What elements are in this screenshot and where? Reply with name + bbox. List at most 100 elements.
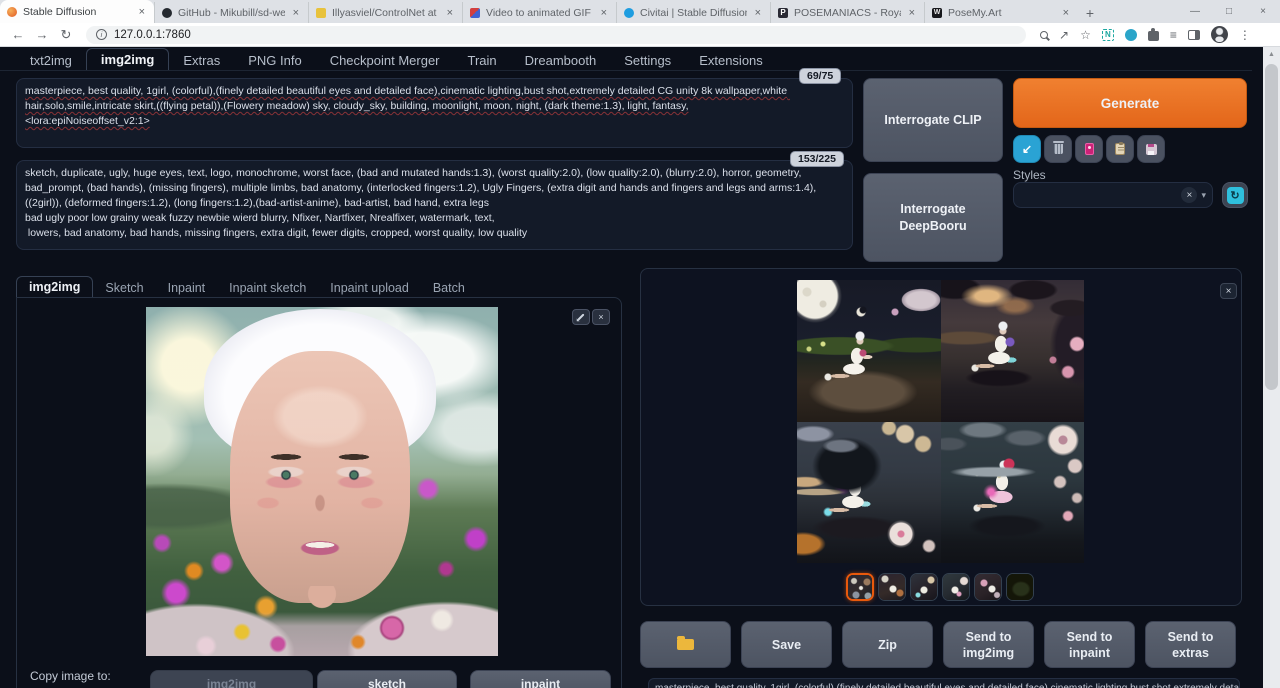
paste-params-button[interactable]: ↙ bbox=[1013, 135, 1041, 163]
page-scrollbar[interactable]: ▲ bbox=[1263, 47, 1280, 688]
clear-prompt-button[interactable] bbox=[1044, 135, 1072, 163]
page-info-icon[interactable]: i bbox=[96, 29, 107, 40]
tab-checkpoint-merger[interactable]: Checkpoint Merger bbox=[316, 50, 454, 71]
save-button[interactable]: Save bbox=[741, 621, 832, 668]
gallery-image-3[interactable] bbox=[797, 422, 941, 564]
negative-prompt-input[interactable]: sketch, duplicate, ugly, huge eyes, text… bbox=[16, 160, 853, 250]
tab-close-icon[interactable]: × bbox=[137, 6, 147, 18]
interrogate-clip-button[interactable]: Interrogate CLIP bbox=[863, 78, 1003, 162]
gallery-thumbnail-1[interactable] bbox=[846, 573, 874, 601]
input-image[interactable] bbox=[146, 307, 498, 656]
art-shape bbox=[1007, 574, 1033, 600]
tune-icon[interactable]: ≡ bbox=[1170, 28, 1177, 42]
send-to-inpaint-button[interactable]: Send to inpaint bbox=[1044, 621, 1135, 668]
divider bbox=[0, 70, 1252, 71]
webui-nav-tabs: txt2img img2img Extras PNG Info Checkpoi… bbox=[16, 47, 777, 71]
browser-tab-posemaniacs[interactable]: P POSEMANIACS - Royalty free 3 × bbox=[770, 2, 924, 23]
scrollbar-up-icon[interactable]: ▲ bbox=[1263, 47, 1280, 62]
open-folder-button[interactable] bbox=[640, 621, 731, 668]
tab-train[interactable]: Train bbox=[454, 50, 511, 71]
interrogate-deepbooru-button[interactable]: Interrogate DeepBooru bbox=[863, 173, 1003, 262]
tab-extras[interactable]: Extras bbox=[169, 50, 234, 71]
browser-tab-github[interactable]: GitHub - Mikubill/sd-webui-con × bbox=[154, 2, 308, 23]
share-icon[interactable]: ↗ bbox=[1059, 28, 1069, 42]
gallery-thumbnail-3[interactable] bbox=[910, 573, 938, 601]
tab-close-icon[interactable]: × bbox=[1061, 7, 1071, 19]
tab-close-icon[interactable]: × bbox=[907, 7, 917, 19]
tab-txt2img[interactable]: txt2img bbox=[16, 50, 86, 71]
chevron-down-icon: ▾ bbox=[1201, 190, 1206, 201]
forward-button[interactable]: → bbox=[30, 27, 54, 42]
gallery-thumbnail-2[interactable] bbox=[878, 573, 906, 601]
browser-tab-civitai[interactable]: Civitai | Stable Diffusion models × bbox=[616, 2, 770, 23]
gallery-image-2[interactable] bbox=[941, 280, 1085, 422]
sidebar-panel-icon[interactable] bbox=[1188, 30, 1200, 40]
save-style-button[interactable] bbox=[1137, 135, 1165, 163]
minimize-button[interactable]: — bbox=[1178, 6, 1212, 17]
zip-button[interactable]: Zip bbox=[842, 621, 933, 668]
subtab-inpaint-sketch[interactable]: Inpaint sketch bbox=[217, 278, 318, 298]
prompt-token-counter: 69/75 bbox=[799, 68, 841, 84]
extension-n-icon[interactable]: N bbox=[1102, 29, 1114, 41]
subtab-sketch[interactable]: Sketch bbox=[93, 278, 155, 298]
copy-to-sketch-button[interactable]: sketch bbox=[317, 670, 457, 688]
apply-styles-button[interactable] bbox=[1106, 135, 1134, 163]
styles-dropdown[interactable]: × ▾ bbox=[1013, 182, 1213, 208]
gallery-image-4[interactable] bbox=[941, 422, 1085, 564]
tab-dreambooth[interactable]: Dreambooth bbox=[511, 50, 611, 71]
profile-avatar[interactable] bbox=[1211, 26, 1228, 43]
tab-png-info[interactable]: PNG Info bbox=[234, 50, 315, 71]
edit-image-button[interactable] bbox=[572, 309, 590, 325]
window-close-button[interactable]: × bbox=[1246, 6, 1280, 17]
reload-button[interactable]: ↻ bbox=[54, 27, 78, 43]
remove-image-button[interactable]: × bbox=[592, 309, 610, 325]
bookmark-star-icon[interactable]: ☆ bbox=[1080, 28, 1091, 42]
generate-button[interactable]: Generate bbox=[1013, 78, 1247, 128]
tab-close-icon[interactable]: × bbox=[445, 7, 455, 19]
maximize-button[interactable]: □ bbox=[1212, 6, 1246, 17]
generation-info-text[interactable]: masterpiece, best quality, 1girl, (color… bbox=[648, 678, 1240, 688]
back-button[interactable]: ← bbox=[6, 27, 30, 42]
browser-menu-icon[interactable]: ⋮ bbox=[1239, 28, 1251, 42]
refresh-styles-button[interactable]: ↻ bbox=[1222, 182, 1248, 208]
gallery-image-1[interactable] bbox=[797, 280, 941, 422]
browser-tab-stable-diffusion[interactable]: Stable Diffusion × bbox=[0, 0, 154, 23]
send-to-extras-button[interactable]: Send to extras bbox=[1145, 621, 1236, 668]
send-to-img2img-button[interactable]: Send to img2img bbox=[943, 621, 1034, 668]
gallery-thumbnail-6[interactable] bbox=[1006, 573, 1034, 601]
scrollbar-thumb[interactable] bbox=[1265, 64, 1278, 390]
tab-img2img[interactable]: img2img bbox=[86, 48, 169, 71]
extensions-puzzle-icon[interactable] bbox=[1148, 31, 1159, 41]
subtab-img2img[interactable]: img2img bbox=[16, 276, 93, 298]
browser-tab-gif-converter[interactable]: Video to animated GIF converter × bbox=[462, 2, 616, 23]
negative-token-counter: 153/225 bbox=[790, 151, 844, 167]
posemyart-favicon: W bbox=[932, 8, 942, 18]
tab-close-icon[interactable]: × bbox=[753, 7, 763, 19]
tab-settings[interactable]: Settings bbox=[610, 50, 685, 71]
subtab-inpaint-upload[interactable]: Inpaint upload bbox=[318, 278, 421, 298]
extension-dot-icon[interactable] bbox=[1125, 29, 1137, 41]
gallery-thumbnail-5[interactable] bbox=[974, 573, 1002, 601]
address-bar[interactable]: i 127.0.0.1:7860 bbox=[86, 26, 1026, 44]
tab-close-icon[interactable]: × bbox=[291, 7, 301, 19]
gif-converter-favicon bbox=[470, 8, 480, 18]
new-tab-button[interactable]: + bbox=[1078, 2, 1102, 23]
result-gallery[interactable] bbox=[797, 280, 1084, 563]
clear-styles-icon[interactable]: × bbox=[1181, 187, 1197, 203]
browser-tab-controlnet[interactable]: Illyasviel/ControlNet at main × bbox=[308, 2, 462, 23]
subtab-inpaint[interactable]: Inpaint bbox=[156, 278, 218, 298]
tab-extensions[interactable]: Extensions bbox=[685, 50, 777, 71]
gallery-thumbnail-4[interactable] bbox=[942, 573, 970, 601]
browser-toolbar: ← → ↻ i 127.0.0.1:7860 ↗ ☆ N ≡ ⋮ bbox=[0, 23, 1280, 47]
browser-tab-posemyart[interactable]: W PoseMy.Art × bbox=[924, 2, 1078, 23]
tab-close-icon[interactable]: × bbox=[599, 7, 609, 19]
art-shape bbox=[975, 574, 1001, 600]
extra-networks-button[interactable] bbox=[1075, 135, 1103, 163]
subtab-batch[interactable]: Batch bbox=[421, 278, 477, 298]
refresh-icon: ↻ bbox=[1227, 187, 1244, 204]
copy-to-img2img-button[interactable]: img2img bbox=[150, 670, 313, 688]
copy-to-inpaint-button[interactable]: inpaint bbox=[470, 670, 611, 688]
zoom-icon[interactable] bbox=[1040, 31, 1048, 39]
gallery-close-button[interactable]: × bbox=[1220, 283, 1237, 299]
prompt-input[interactable]: masterpiece, best quality, 1girl, (color… bbox=[16, 78, 853, 148]
